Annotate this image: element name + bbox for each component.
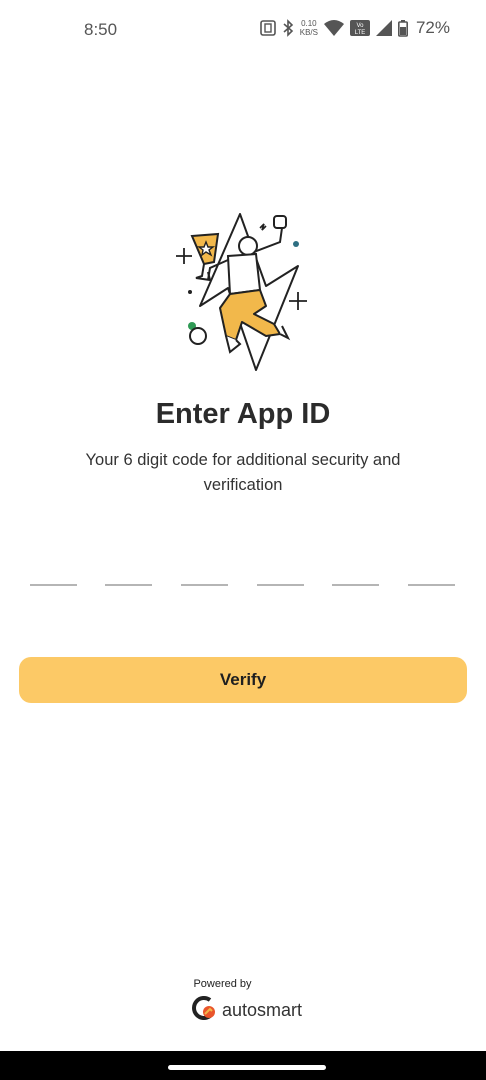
code-digit-2[interactable] [105,560,152,586]
network-speed-value: 0.10 [301,19,317,28]
status-bar: 8:50 0.10 KB/S Vo LTE 72% [0,0,486,62]
network-speed: 0.10 KB/S [300,19,318,37]
battery-percentage: 72% [415,18,450,37]
page-title: Enter App ID [155,398,331,430]
svg-text:LTE: LTE [355,30,366,36]
status-time: 8:50 [84,20,118,39]
verify-button[interactable]: Verify [19,657,467,703]
hero-illustration [170,206,316,372]
home-gesture-handle[interactable] [168,1065,326,1070]
wifi-icon [323,20,344,36]
volte-icon: Vo LTE [349,20,370,36]
code-digit-5[interactable] [332,560,379,586]
network-speed-unit: KB/S [299,28,318,37]
powered-by-label: Powered by [193,978,252,990]
status-icons: 0.10 KB/S Vo LTE 72% [259,18,450,38]
brand-name: autosmart [222,999,303,1020]
code-digit-1[interactable] [30,560,77,586]
brand: autosmart [190,994,303,1027]
battery-icon [397,19,408,37]
code-digit-3[interactable] [181,560,228,586]
page-subtitle: Your 6 digit code for additional securit… [85,451,401,494]
signal-icon [375,20,392,36]
app-id-code-input [30,560,456,586]
autosmart-logo [190,994,218,1027]
nfc-icon [259,20,276,36]
svg-text:Vo: Vo [356,23,364,29]
bluetooth-icon [282,19,294,37]
code-digit-4[interactable] [257,560,304,586]
code-digit-6[interactable] [408,560,455,586]
